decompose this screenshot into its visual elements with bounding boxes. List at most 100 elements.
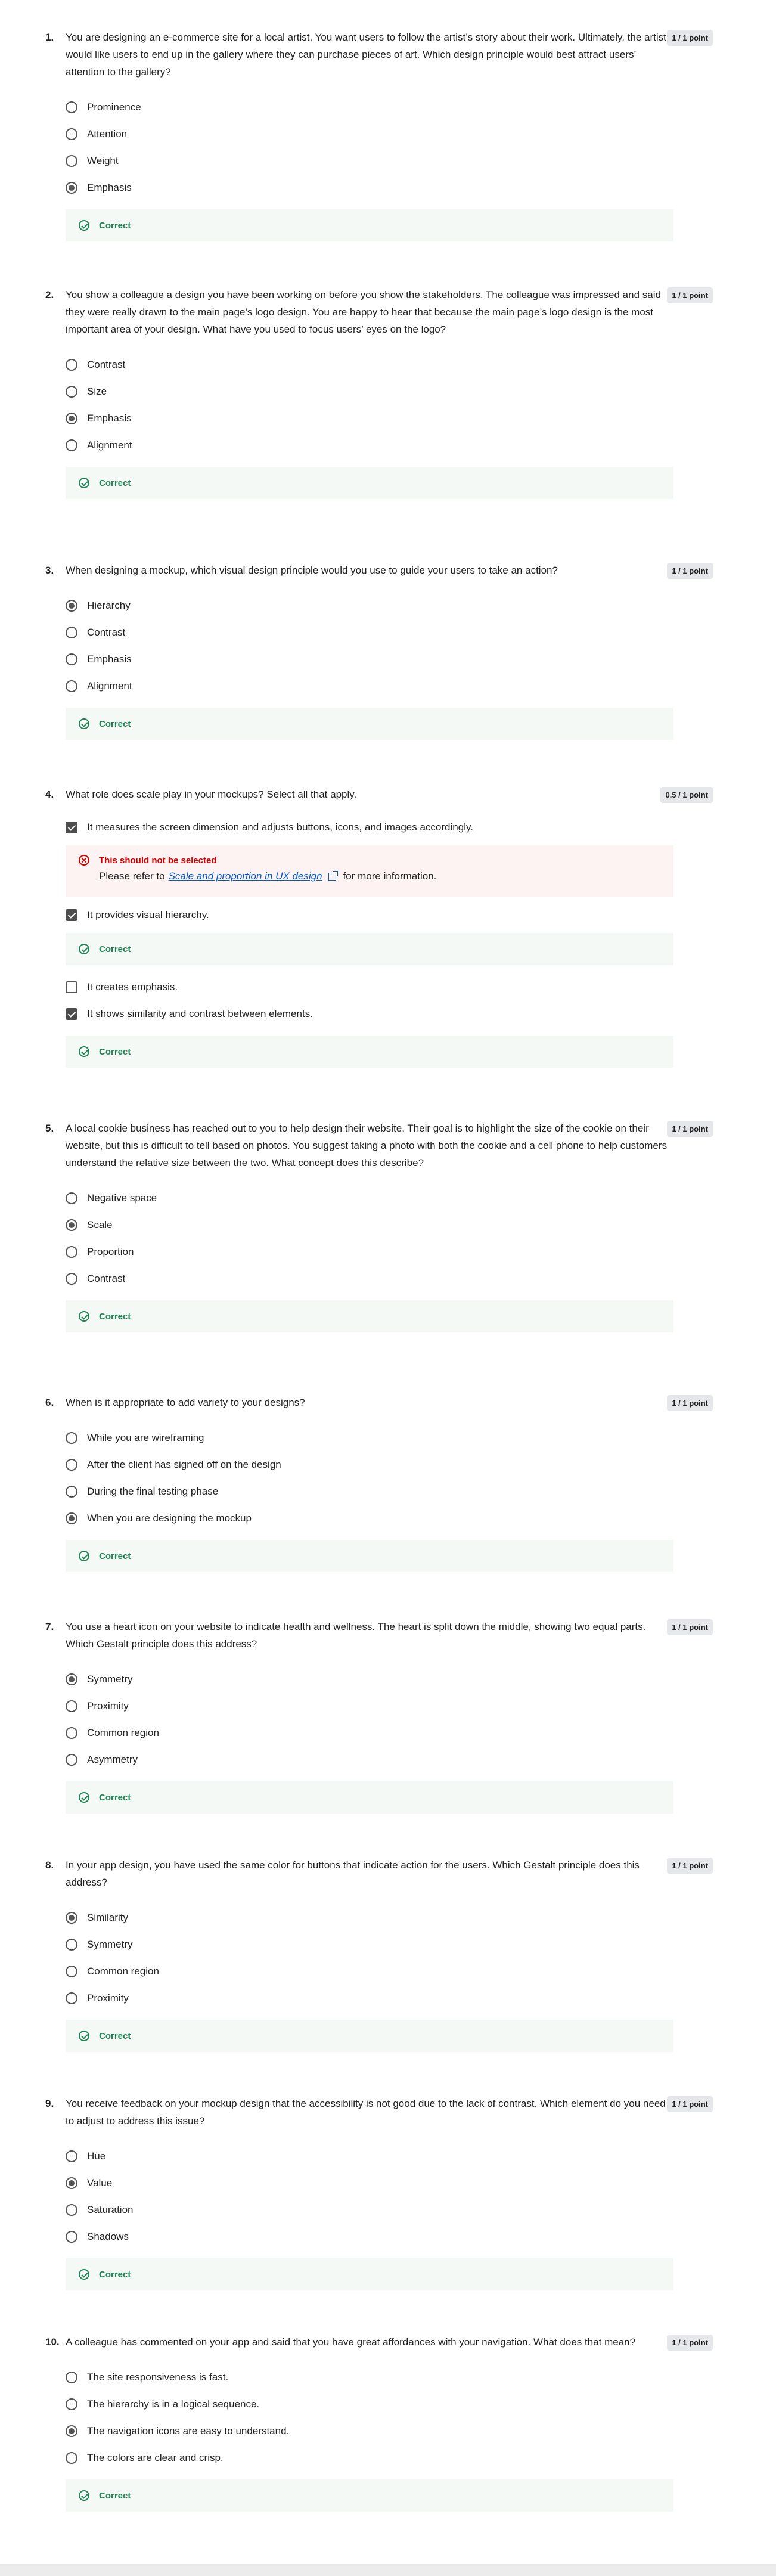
option-emphasis[interactable]: Emphasis (66, 174, 673, 201)
option-hue[interactable]: Hue (66, 2143, 673, 2169)
option-contrast[interactable]: Contrast (66, 351, 673, 378)
radio-button[interactable] (66, 101, 77, 113)
option-negative-space[interactable]: Negative space (66, 1185, 673, 1211)
option-label: It measures the screen dimension and adj… (87, 821, 473, 833)
check-circle-icon (79, 2269, 89, 2280)
radio-button[interactable] (66, 439, 77, 451)
radio-button[interactable] (66, 1192, 77, 1204)
check-circle-icon (79, 1792, 89, 1803)
radio-button[interactable] (66, 385, 77, 398)
check-circle-icon (79, 1551, 89, 1561)
checkbox[interactable] (66, 981, 77, 993)
option-weight[interactable]: Weight (66, 147, 673, 174)
option-symmetry[interactable]: Symmetry (66, 1931, 673, 1958)
error-circle-icon (79, 855, 89, 866)
option-visual-hierarchy[interactable]: It provides visual hierarchy. (66, 901, 673, 928)
radio-button[interactable] (66, 1673, 77, 1685)
question-number: 1. (45, 32, 54, 43)
option-designing-mockup[interactable]: When you are designing the mockup (66, 1505, 673, 1532)
radio-button[interactable] (66, 1485, 77, 1498)
option-saturation[interactable]: Saturation (66, 2196, 673, 2223)
option-label: While you are wireframing (87, 1431, 204, 1443)
question-text: When designing a mockup, which visual de… (66, 565, 558, 576)
options-list: The site responsiveness is fast. The hie… (66, 2364, 673, 2471)
radio-button[interactable] (66, 1911, 77, 1924)
options-list: Hierarchy Contrast Emphasis Alignment (66, 592, 673, 699)
option-creates-emphasis[interactable]: It creates emphasis. (66, 974, 673, 1000)
radio-button[interactable] (66, 2451, 77, 2464)
radio-button[interactable] (66, 128, 77, 140)
reference-link[interactable]: Scale and proportion in UX design (169, 870, 322, 882)
radio-button[interactable] (66, 2371, 77, 2383)
option-similarity-contrast[interactable]: It shows similarity and contrast between… (66, 1000, 673, 1027)
correct-feedback: Correct (66, 1300, 673, 1332)
radio-button[interactable] (66, 1431, 77, 1444)
checkbox[interactable] (66, 821, 77, 833)
option-alignment[interactable]: Alignment (66, 432, 673, 458)
radio-button[interactable] (66, 1219, 77, 1231)
option-proportion[interactable]: Proportion (66, 1238, 673, 1265)
option-colors-clear[interactable]: The colors are clear and crisp. (66, 2444, 673, 2471)
option-similarity[interactable]: Similarity (66, 1904, 673, 1931)
option-scale[interactable]: Scale (66, 1211, 673, 1238)
radio-button[interactable] (66, 1753, 77, 1766)
radio-button[interactable] (66, 181, 77, 194)
checkbox[interactable] (66, 1008, 77, 1020)
radio-button[interactable] (66, 1726, 77, 1739)
option-label: Emphasis (87, 653, 132, 665)
radio-button[interactable] (66, 2230, 77, 2243)
feedback-label: Correct (99, 478, 131, 488)
option-final-testing[interactable]: During the final testing phase (66, 1478, 673, 1505)
option-attention[interactable]: Attention (66, 120, 673, 147)
option-hierarchy-sequence[interactable]: The hierarchy is in a logical sequence. (66, 2391, 673, 2417)
option-size[interactable]: Size (66, 378, 673, 405)
radio-button[interactable] (66, 599, 77, 612)
option-alignment[interactable]: Alignment (66, 672, 673, 699)
question-text: A local cookie business has reached out … (66, 1123, 668, 1168)
option-prominence[interactable]: Prominence (66, 94, 673, 120)
radio-button[interactable] (66, 2203, 77, 2216)
option-common-region[interactable]: Common region (66, 1958, 673, 1985)
option-after-signoff[interactable]: After the client has signed off on the d… (66, 1451, 673, 1478)
radio-button[interactable] (66, 1512, 77, 1524)
radio-button[interactable] (66, 1938, 77, 1951)
option-value[interactable]: Value (66, 2169, 673, 2196)
radio-button[interactable] (66, 154, 77, 167)
checkbox[interactable] (66, 909, 77, 921)
option-measures-screen[interactable]: It measures the screen dimension and adj… (66, 814, 673, 841)
option-emphasis[interactable]: Emphasis (66, 405, 673, 432)
radio-button[interactable] (66, 412, 77, 424)
radio-button[interactable] (66, 1965, 77, 1977)
radio-button[interactable] (66, 1245, 77, 1258)
option-proximity[interactable]: Proximity (66, 1985, 673, 2011)
option-contrast[interactable]: Contrast (66, 1265, 673, 1292)
options-list: It measures the screen dimension and adj… (66, 814, 673, 841)
option-hierarchy[interactable]: Hierarchy (66, 592, 673, 619)
option-label: Shadows (87, 2230, 129, 2242)
option-asymmetry[interactable]: Asymmetry (66, 1746, 673, 1773)
radio-button[interactable] (66, 626, 77, 638)
radio-button[interactable] (66, 1700, 77, 1712)
option-contrast[interactable]: Contrast (66, 619, 673, 646)
option-common-region[interactable]: Common region (66, 1719, 673, 1746)
radio-button[interactable] (66, 2425, 77, 2437)
option-shadows[interactable]: Shadows (66, 2223, 673, 2250)
radio-button[interactable] (66, 1458, 77, 1471)
correct-feedback: Correct (66, 1036, 673, 1068)
option-proximity[interactable]: Proximity (66, 1692, 673, 1719)
radio-button[interactable] (66, 680, 77, 692)
radio-button[interactable] (66, 653, 77, 665)
external-link-icon[interactable] (328, 870, 338, 881)
radio-button[interactable] (66, 1992, 77, 2004)
option-symmetry[interactable]: Symmetry (66, 1666, 673, 1692)
option-emphasis[interactable]: Emphasis (66, 646, 673, 672)
radio-button[interactable] (66, 358, 77, 371)
option-wireframing[interactable]: While you are wireframing (66, 1424, 673, 1451)
radio-button[interactable] (66, 2398, 77, 2410)
option-label: It shows similarity and contrast between… (87, 1008, 313, 1019)
radio-button[interactable] (66, 2177, 77, 2189)
radio-button[interactable] (66, 2150, 77, 2162)
option-responsiveness[interactable]: The site responsiveness is fast. (66, 2364, 673, 2391)
option-navigation-icons[interactable]: The navigation icons are easy to underst… (66, 2417, 673, 2444)
radio-button[interactable] (66, 1272, 77, 1285)
